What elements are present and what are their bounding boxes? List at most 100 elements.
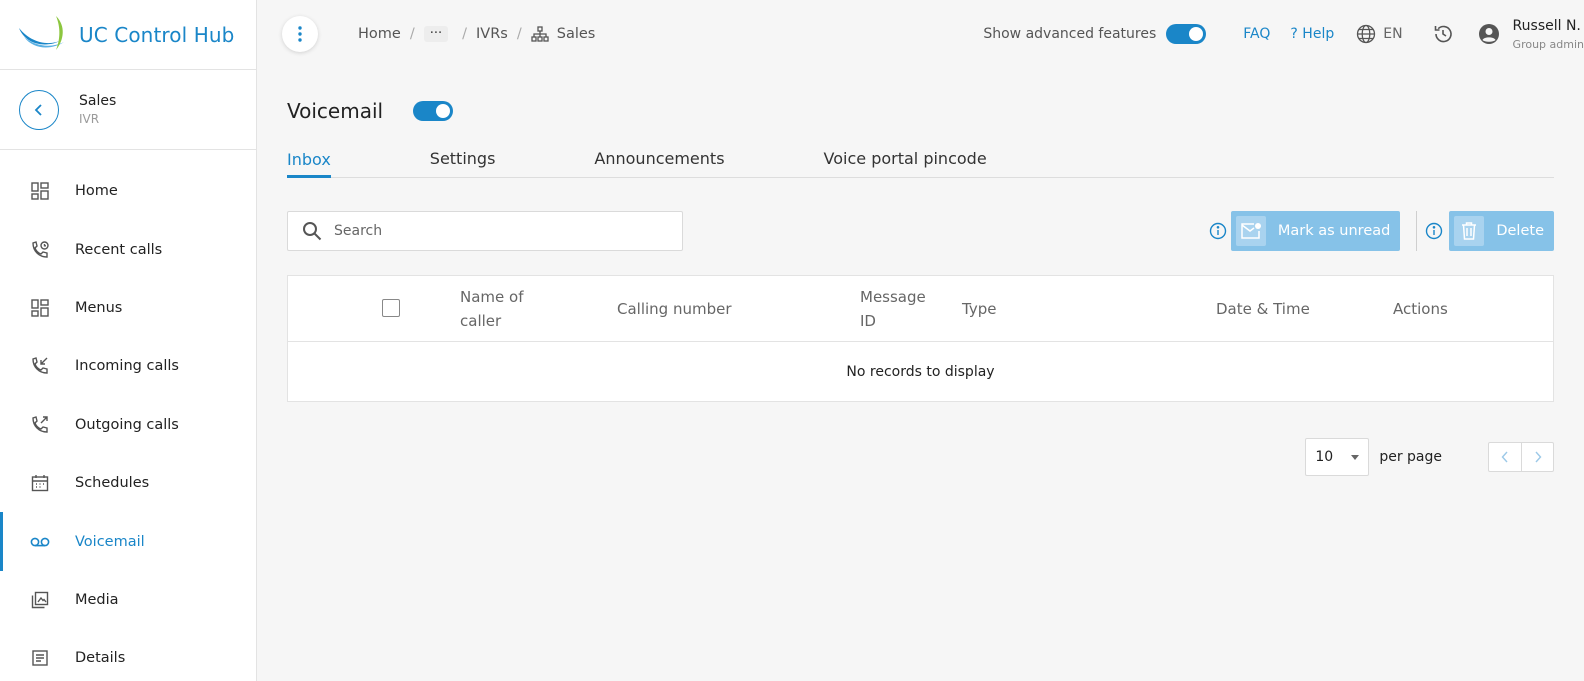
per-page-value: 10	[1315, 449, 1334, 465]
next-page-button[interactable]	[1521, 443, 1553, 471]
info-icon[interactable]	[1209, 222, 1227, 240]
search-icon	[303, 222, 322, 241]
sidebar-item-label: Outgoing calls	[75, 416, 179, 433]
history-icon	[1434, 25, 1452, 43]
sidebar-nav: Home Recent calls Menus Incoming calls O…	[0, 150, 256, 681]
context-name: Sales	[79, 93, 117, 109]
pagination: 10 per page	[1305, 438, 1554, 476]
trash-icon	[1454, 216, 1485, 246]
globe-icon	[1357, 24, 1376, 44]
search-input[interactable]	[334, 223, 654, 239]
help-icon: ?	[1290, 26, 1298, 42]
hierarchy-icon	[531, 26, 549, 42]
mail-unread-icon	[1235, 216, 1266, 246]
sidebar-item-label: Home	[75, 183, 118, 200]
previous-page-button[interactable]	[1489, 443, 1521, 471]
toolbar: Mark as unread Delete	[287, 211, 1554, 251]
column-type[interactable]: Type	[962, 297, 996, 321]
voicemail-enabled-toggle[interactable]	[413, 100, 454, 121]
column-date-time[interactable]: Date & Time	[1216, 297, 1310, 321]
help-label: Help	[1302, 26, 1335, 42]
mark-as-unread-label: Mark as unread	[1277, 223, 1391, 239]
app-logo-icon	[19, 15, 64, 50]
sidebar-item-outgoing-calls[interactable]: Outgoing calls	[0, 396, 256, 454]
sidebar-item-home[interactable]: Home	[0, 162, 256, 220]
advanced-features-label: Show advanced features	[983, 26, 1157, 42]
phone-history-icon	[30, 240, 50, 260]
empty-state: No records to display	[846, 363, 995, 380]
table-header: Name of caller Calling number Message ID…	[288, 276, 1553, 342]
voicemail-icon	[30, 532, 50, 552]
column-message-id[interactable]: Message ID	[860, 285, 935, 333]
breadcrumb: Home / ··· / IVRs / Sales	[358, 26, 595, 42]
faq-link[interactable]: FAQ	[1243, 26, 1270, 42]
column-actions: Actions	[1393, 299, 1448, 318]
language-label: EN	[1383, 26, 1403, 42]
user-role: Group admin	[1512, 37, 1584, 51]
calendar-icon	[30, 473, 50, 493]
chevron-left-icon	[1501, 451, 1508, 463]
main-content: Voicemail Inbox Settings Announcements V…	[287, 68, 1554, 476]
user-name: Russell N.	[1512, 17, 1581, 34]
language-selector[interactable]: EN	[1356, 24, 1403, 44]
context-type: IVR	[79, 112, 100, 126]
sidebar-item-label: Incoming calls	[75, 358, 179, 375]
sidebar-item-label: Schedules	[75, 475, 150, 492]
sidebar-item-details[interactable]: Details	[0, 629, 256, 681]
sidebar: UC Control Hub Sales IVR Home Recent cal…	[0, 0, 257, 681]
tab-voice-portal-pincode[interactable]: Voice portal pincode	[824, 149, 987, 177]
mark-as-unread-button[interactable]: Mark as unread	[1230, 211, 1401, 251]
app-name: UC Control Hub	[79, 22, 235, 47]
sidebar-item-incoming-calls[interactable]: Incoming calls	[0, 337, 256, 395]
phone-incoming-icon	[30, 356, 50, 376]
breadcrumb-ellipsis[interactable]: ···	[423, 26, 449, 42]
column-calling-number[interactable]: Calling number	[617, 297, 732, 321]
history-button[interactable]	[1432, 23, 1454, 45]
column-name-of-caller[interactable]: Name of caller	[460, 285, 540, 333]
breadcrumb-ivrs[interactable]: IVRs	[476, 26, 508, 42]
divider	[1416, 211, 1418, 251]
breadcrumb-home[interactable]: Home	[358, 26, 401, 42]
media-library-icon	[30, 590, 50, 610]
dashboard-icon	[30, 181, 50, 201]
user-menu[interactable]: Russell N. Group admin	[1478, 18, 1584, 51]
caret-down-icon	[1351, 455, 1360, 460]
breadcrumb-separator: /	[409, 26, 415, 42]
help-link[interactable]: ? Help	[1290, 26, 1334, 42]
tabs: Inbox Settings Announcements Voice porta…	[287, 131, 1554, 178]
messages-table: Name of caller Calling number Message ID…	[287, 275, 1554, 402]
chevron-left-icon	[34, 103, 42, 116]
account-circle-icon	[1478, 24, 1499, 44]
sidebar-item-menus[interactable]: Menus	[0, 279, 256, 337]
tab-inbox[interactable]: Inbox	[287, 150, 331, 178]
phone-outgoing-icon	[30, 415, 50, 435]
tab-settings[interactable]: Settings	[430, 149, 496, 177]
select-all-checkbox[interactable]	[382, 299, 400, 317]
sidebar-item-recent-calls[interactable]: Recent calls	[0, 220, 256, 278]
info-icon[interactable]	[1425, 222, 1443, 240]
vertical-dots-icon	[298, 26, 302, 42]
per-page-label: per page	[1379, 449, 1442, 465]
context-header: Sales IVR	[0, 70, 256, 150]
sidebar-item-voicemail[interactable]: Voicemail	[0, 512, 256, 572]
sidebar-item-label: Media	[75, 591, 119, 608]
page-title: Voicemail	[287, 98, 384, 123]
chevron-right-icon	[1534, 451, 1541, 463]
sidebar-item-label: Recent calls	[75, 241, 163, 258]
more-menu-button[interactable]	[282, 16, 318, 52]
tab-announcements[interactable]: Announcements	[594, 149, 724, 177]
document-icon	[30, 648, 50, 668]
back-button[interactable]	[19, 89, 59, 130]
sidebar-item-schedules[interactable]: Schedules	[0, 454, 256, 512]
breadcrumb-current: Sales	[556, 26, 596, 42]
breadcrumb-separator: /	[516, 26, 522, 42]
sidebar-item-media[interactable]: Media	[0, 571, 256, 629]
delete-button[interactable]: Delete	[1449, 211, 1554, 251]
brand: UC Control Hub	[0, 0, 256, 70]
top-right-controls: Show advanced features FAQ ? Help EN Rus…	[983, 0, 1584, 68]
breadcrumb-separator: /	[462, 26, 468, 42]
search-box	[287, 211, 683, 251]
dashboard-icon	[30, 298, 50, 318]
per-page-select[interactable]: 10	[1305, 438, 1370, 476]
advanced-features-toggle[interactable]	[1166, 24, 1207, 44]
